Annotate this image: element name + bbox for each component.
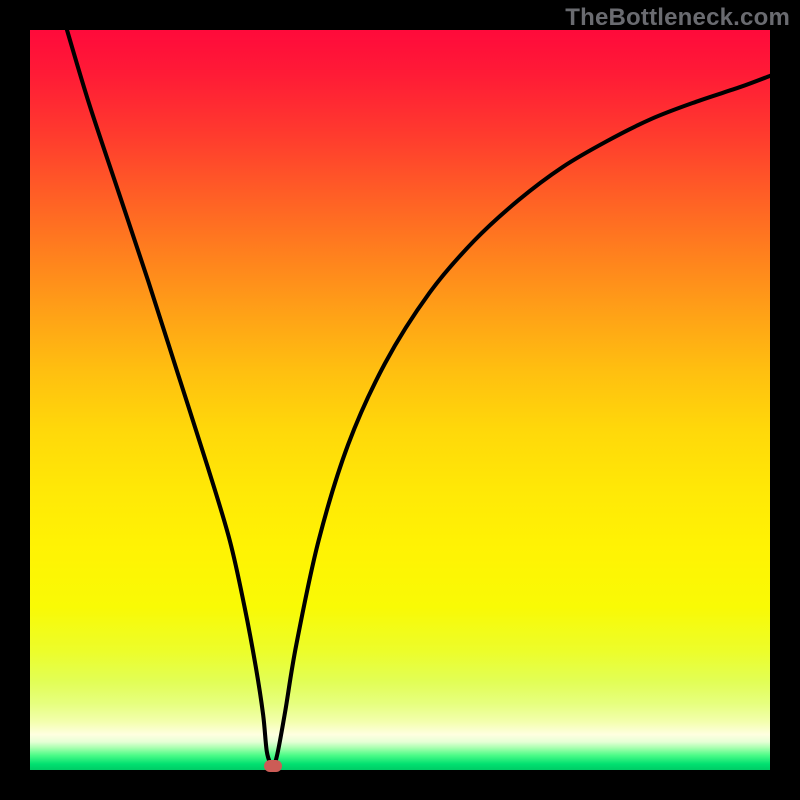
curve-layer bbox=[30, 30, 770, 770]
chart-frame: TheBottleneck.com bbox=[0, 0, 800, 800]
bottleneck-curve bbox=[67, 30, 770, 766]
optimum-marker bbox=[264, 760, 282, 772]
watermark-text: TheBottleneck.com bbox=[565, 4, 790, 32]
plot-area bbox=[30, 30, 770, 770]
